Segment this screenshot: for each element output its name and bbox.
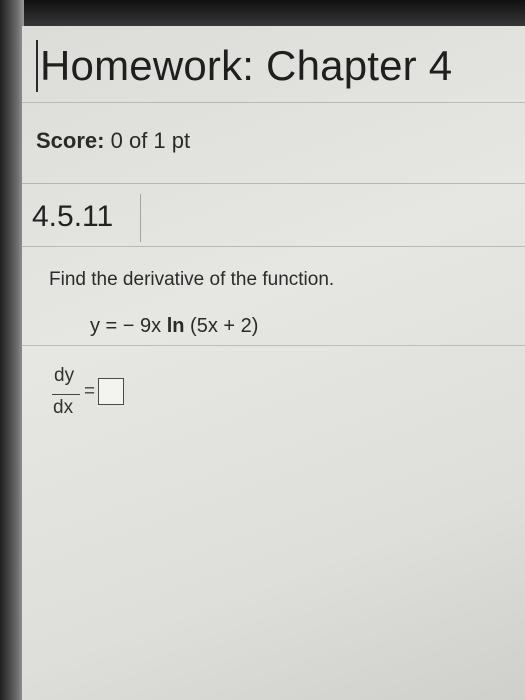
text-cursor: [36, 40, 38, 92]
page-header: Homework: Chapter 4: [22, 26, 525, 103]
question-bar: 4.5.11: [22, 184, 525, 247]
page-title: Homework: Chapter 4: [40, 42, 453, 89]
question-prompt: Find the derivative of the function.: [49, 269, 335, 290]
answer-input-box[interactable]: [98, 378, 124, 405]
question-number-divider: [140, 194, 141, 242]
equals-sign: =: [84, 381, 96, 402]
fraction-bar: [52, 394, 80, 395]
fraction-numerator: dy: [54, 365, 75, 386]
derivative-answer: dy dx =: [50, 365, 170, 425]
equation-argument: (5x + 2): [184, 315, 259, 337]
fraction-denominator: dx: [53, 397, 74, 418]
score-label: Score:: [36, 128, 105, 153]
score-display: Score: 0 of 1 pt: [36, 128, 190, 154]
equation-ln: ln: [166, 315, 185, 337]
score-bar: Score: 0 of 1 pt: [22, 103, 525, 184]
question-content: Find the derivative of the function. y =…: [22, 247, 525, 700]
homework-screen: Homework: Chapter 4 Score: 0 of 1 pt 4.5…: [22, 26, 525, 700]
score-value: 0 of 1 pt: [110, 128, 191, 153]
monitor-bezel-top: [0, 0, 525, 28]
equation-lhs: y = − 9x: [90, 315, 167, 337]
question-number: 4.5.11: [32, 200, 114, 233]
function-equation: y = − 9x ln (5x + 2): [90, 315, 258, 338]
monitor-bezel-left: [0, 0, 24, 700]
content-divider: [22, 345, 525, 346]
